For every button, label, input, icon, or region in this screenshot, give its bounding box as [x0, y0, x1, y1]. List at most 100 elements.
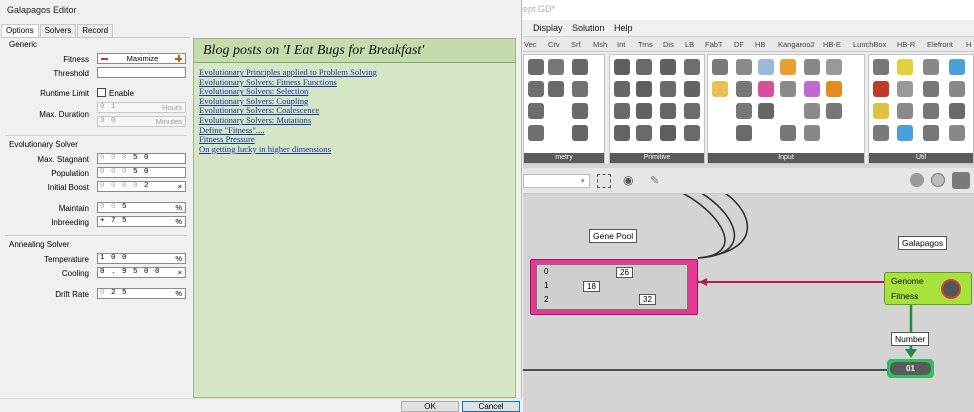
initial-boost-field[interactable]: 0 0 0 0 2 ×	[97, 181, 186, 192]
population-field[interactable]: 0 0 0 5 0	[97, 167, 186, 178]
tab-solvers[interactable]: Solvers	[39, 24, 77, 37]
feather-icon[interactable]: ✎	[650, 174, 659, 187]
drift-rate-field[interactable]: 0 2 5 %	[97, 288, 186, 299]
tab-msh[interactable]: Msh	[593, 40, 607, 49]
component-icon[interactable]	[826, 103, 842, 119]
component-icon[interactable]	[923, 103, 939, 119]
component-icon[interactable]	[528, 59, 544, 75]
component-icon[interactable]	[873, 125, 889, 141]
component-icon[interactable]	[804, 103, 820, 119]
tab-h[interactable]: H	[966, 40, 971, 49]
component-icon[interactable]	[614, 59, 630, 75]
component-icon[interactable]	[873, 103, 889, 119]
component-icon[interactable]	[780, 81, 796, 97]
component-icon[interactable]	[758, 103, 774, 119]
fitness-input[interactable]: Fitness	[891, 291, 918, 301]
component-icon[interactable]	[949, 103, 965, 119]
component-icon[interactable]	[660, 81, 676, 97]
component-icon[interactable]	[873, 81, 889, 97]
component-icon[interactable]	[780, 125, 796, 141]
tab-lunchbox[interactable]: LunchBox	[853, 40, 886, 49]
tab-hb-e[interactable]: HB-E	[823, 40, 841, 49]
component-icon[interactable]	[736, 81, 752, 97]
component-icon[interactable]	[614, 103, 630, 119]
minutes-field[interactable]: 3 0 Minutes	[97, 116, 186, 127]
component-icon[interactable]	[572, 125, 588, 141]
maximize-icon[interactable]	[175, 55, 182, 62]
component-icon[interactable]	[572, 59, 588, 75]
genome-input[interactable]: Genome	[891, 276, 924, 286]
component-icon[interactable]	[826, 59, 842, 75]
component-icon[interactable]	[923, 125, 939, 141]
component-icon[interactable]	[736, 59, 752, 75]
galapagos-component[interactable]: Genome Fitness	[884, 272, 972, 305]
tab-record[interactable]: Record	[77, 24, 114, 37]
tab-kangaroo2[interactable]: Kangaroo2	[778, 40, 815, 49]
tab-elefront[interactable]: Elefront	[927, 40, 953, 49]
preview-wire-icon[interactable]	[931, 173, 945, 187]
component-icon[interactable]	[684, 59, 700, 75]
cooling-field[interactable]: 0 . 9 5 0 0 ×	[97, 267, 186, 278]
tab-int[interactable]: Int	[617, 40, 625, 49]
component-icon[interactable]	[636, 59, 652, 75]
component-icon[interactable]	[923, 59, 939, 75]
component-icon[interactable]	[758, 81, 774, 97]
component-icon[interactable]	[660, 125, 676, 141]
tab-dis[interactable]: Dis	[663, 40, 674, 49]
component-icon[interactable]	[528, 103, 544, 119]
component-icon[interactable]	[736, 125, 752, 141]
minimize-icon[interactable]	[101, 58, 108, 60]
tab-vec[interactable]: Vec	[524, 40, 537, 49]
preview-selected-icon[interactable]	[952, 172, 970, 189]
component-icon[interactable]	[923, 81, 939, 97]
component-icon[interactable]	[636, 103, 652, 119]
component-icon[interactable]	[804, 59, 820, 75]
component-icon[interactable]	[572, 103, 588, 119]
gene-pool-component[interactable]: 0 1 2 26 18 32	[530, 259, 698, 315]
gene-value[interactable]: 26	[616, 267, 633, 278]
tab-srf[interactable]: Srf	[571, 40, 581, 49]
tab-lb[interactable]: LB	[685, 40, 694, 49]
preview-shaded-icon[interactable]	[910, 173, 924, 187]
cancel-button[interactable]: Cancel	[462, 401, 520, 412]
component-icon[interactable]	[548, 59, 564, 75]
component-icon[interactable]	[758, 59, 774, 75]
component-icon[interactable]	[572, 81, 588, 97]
ok-button[interactable]: OK	[401, 401, 459, 412]
hours-field[interactable]: 0 1 Hours	[97, 102, 186, 113]
component-icon[interactable]	[528, 81, 544, 97]
zoom-dropdown[interactable]	[523, 174, 590, 188]
component-icon[interactable]	[684, 125, 700, 141]
component-icon[interactable]	[897, 81, 913, 97]
component-icon[interactable]	[712, 59, 728, 75]
component-icon[interactable]	[528, 125, 544, 141]
tab-fabt[interactable]: FabT	[705, 40, 723, 49]
gh-canvas[interactable]: Gene Pool 0 1 2 26 18 32 Galapagos Genom…	[523, 194, 974, 412]
blog-link[interactable]: On getting lucky in higher dimensions	[199, 144, 377, 155]
chevron-down-icon[interactable]: ▾	[581, 177, 585, 185]
component-icon[interactable]	[736, 103, 752, 119]
component-icon[interactable]	[636, 81, 652, 97]
component-icon[interactable]	[548, 81, 564, 97]
component-icon[interactable]	[826, 81, 842, 97]
tab-options[interactable]: Options	[1, 24, 39, 37]
menu-help[interactable]: Help	[614, 23, 633, 33]
inbreeding-field[interactable]: + 7 5 %	[97, 216, 186, 227]
tab-trns[interactable]: Trns	[638, 40, 653, 49]
component-icon[interactable]	[804, 125, 820, 141]
component-icon[interactable]	[712, 81, 728, 97]
component-icon[interactable]	[660, 59, 676, 75]
component-icon[interactable]	[949, 59, 965, 75]
maintain-field[interactable]: 0 0 5 %	[97, 202, 186, 213]
runtime-enable-checkbox[interactable]	[97, 88, 106, 97]
fitness-direction-field[interactable]: Maximize	[97, 53, 186, 64]
tab-crv[interactable]: Crv	[548, 40, 560, 49]
component-icon[interactable]	[949, 125, 965, 141]
component-icon[interactable]	[873, 59, 889, 75]
menu-solution[interactable]: Solution	[572, 23, 605, 33]
tab-hb[interactable]: HB	[755, 40, 765, 49]
component-icon[interactable]	[614, 81, 630, 97]
component-icon[interactable]	[897, 125, 913, 141]
temperature-field[interactable]: 1 0 0 %	[97, 253, 186, 264]
number-component[interactable]: 01	[887, 359, 934, 378]
